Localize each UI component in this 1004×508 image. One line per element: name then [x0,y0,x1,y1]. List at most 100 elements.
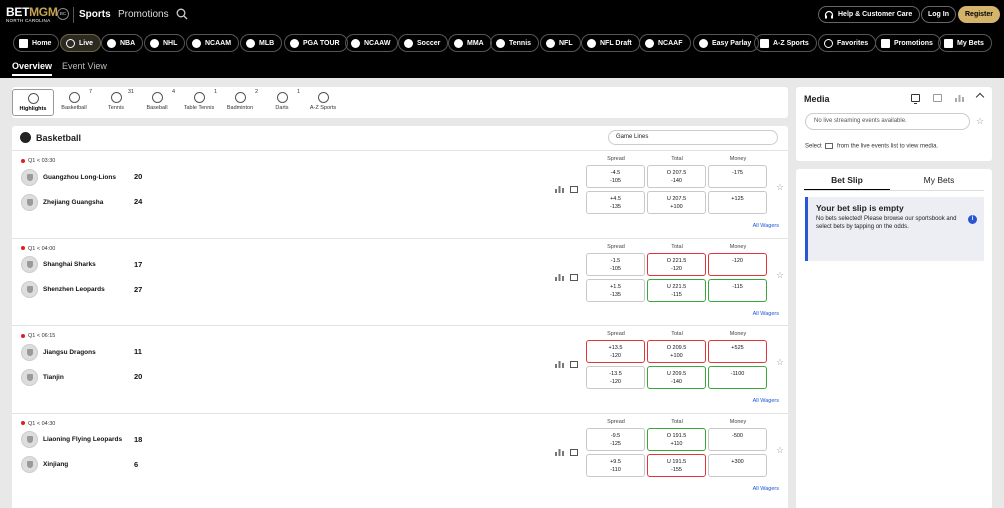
login-button[interactable]: Log In [921,6,956,23]
odds-button[interactable]: -175 [708,165,767,188]
odds-button[interactable]: U 191.5 -155 [647,453,706,477]
odds-button[interactable]: O 209.5 +100 [647,340,706,363]
odds-button[interactable]: U 221.5 -115 [647,278,706,302]
chip-ncaaw[interactable]: NCAAW [345,34,399,52]
star-icon[interactable]: ☆ [776,357,784,368]
odds-button[interactable]: -1100 [708,366,767,389]
stream-select[interactable]: No live streaming events available. [805,113,970,130]
odds-button[interactable]: O 221.5 -120 [647,252,706,276]
tab-my-bets[interactable]: My Bets [896,175,982,185]
odds-button[interactable]: +525 [708,340,767,363]
team-row[interactable]: Liaoning Flying Leopards [21,431,151,449]
odds-button[interactable]: +300 [708,453,767,477]
market-dropdown[interactable]: Game Lines [608,130,778,145]
odds-button[interactable]: +1.5 -135 [586,278,645,302]
scoreboard-icon[interactable] [570,361,578,368]
chip-mma[interactable]: MMA [448,34,492,52]
star-icon[interactable]: ☆ [976,116,984,127]
team-row[interactable]: Zhejiang Guangsha [21,193,151,211]
nav-promotions[interactable]: Promotions [118,9,169,20]
chip-my-bets[interactable]: My Bets [938,34,992,52]
odds-button[interactable]: +125 [708,191,767,214]
filter-table-tennis[interactable]: 1 Table Tennis [178,89,220,116]
stats-icon[interactable] [555,361,564,368]
scoreboard-icon[interactable] [570,273,578,281]
star-icon[interactable]: ☆ [776,270,784,281]
odds-button[interactable]: -115 [708,278,767,302]
nav-sports[interactable]: Sports [79,9,111,20]
chevron-up-icon[interactable] [975,92,985,102]
team-row[interactable]: Tianjin [21,368,151,386]
odds-line: +9.5 [610,458,621,465]
help-button[interactable]: Help & Customer Care [818,6,921,23]
chip-ncaam[interactable]: NCAAM [186,34,240,52]
odds-button[interactable]: +4.5 -135 [586,191,645,214]
chip-a-z-sports[interactable]: A-Z Sports [754,34,817,52]
odds-button[interactable]: U 209.5 -140 [647,366,706,389]
odds-button[interactable]: U 207.5 +100 [647,191,706,214]
chip-favorites[interactable]: Favorites [818,34,877,52]
chip-tennis[interactable]: Tennis [490,34,540,52]
odds-button[interactable]: -4.5 -105 [586,165,645,188]
scoreboard-icon[interactable] [570,186,578,193]
stats-icon[interactable] [555,448,564,456]
tab-bet-slip[interactable]: Bet Slip [804,175,890,191]
odds-button[interactable]: O 191.5 +110 [647,427,706,451]
odds-button[interactable]: -13.5 -120 [586,366,645,389]
team-row[interactable]: Jiangsu Dragons [21,343,151,361]
star-icon[interactable]: ☆ [776,445,784,456]
filter-darts[interactable]: 1 Darts [261,89,303,116]
odds-button[interactable]: -500 [708,427,767,451]
stats-icon[interactable] [555,273,564,281]
odds-button[interactable]: +9.5 -110 [586,453,645,477]
filter-highlights[interactable]: Highlights [12,89,54,116]
filter-tennis[interactable]: 31 Tennis [95,89,137,116]
chip-nfl-draft[interactable]: NFL Draft [581,34,640,52]
video-icon[interactable] [911,94,920,104]
odds-price: -120 [609,353,621,359]
chip-pga-tour[interactable]: PGA TOUR [284,34,348,52]
scoreboard-icon[interactable] [933,94,942,102]
filter-a-z-sports[interactable]: A-Z Sports [302,89,344,116]
odds-button[interactable]: -1.5 -105 [586,252,645,276]
chip-easy-parlay[interactable]: Easy Parlay [693,34,760,52]
odds-line: O 191.5 [666,432,687,439]
chip-nhl[interactable]: NHL [144,34,186,52]
all-wagers-link[interactable]: All Wagers [753,311,779,317]
chip-live[interactable]: Live [60,34,102,52]
chip-nba[interactable]: NBA [101,34,144,52]
stats-icon[interactable] [955,94,964,102]
all-wagers-link[interactable]: All Wagers [753,223,779,229]
team-row[interactable]: Xinjiang [21,456,151,474]
odds-button[interactable]: O 207.5 -140 [647,165,706,188]
filter-baseball[interactable]: 4 Baseball [136,89,178,116]
odds-button[interactable]: -120 [708,252,767,276]
odds-button[interactable]: +13.5 -120 [586,340,645,363]
team-row[interactable]: Shenzhen Leopards [21,281,151,299]
scoreboard-icon[interactable] [570,448,578,456]
logo-region: NORTH CAROLINA [6,18,51,23]
filter-label: Badminton [226,105,254,111]
tab-overview[interactable]: Overview [12,61,53,76]
filter-basketball[interactable]: 7 Basketball [53,89,95,116]
betmgm-logo[interactable]: BETMGM NORTH CAROLINA [6,6,58,24]
search-icon[interactable] [176,8,188,20]
star-icon[interactable]: ☆ [776,182,784,193]
basketball-icon [351,38,360,48]
team-score: 6 [134,459,139,469]
chip-nfl[interactable]: NFL [540,34,581,52]
team-row[interactable]: Guangzhou Long-Lions [21,168,151,186]
chip-soccer[interactable]: Soccer [398,34,449,52]
register-button[interactable]: Register [958,6,1001,23]
tab-event-view[interactable]: Event View [62,61,107,71]
chip-mlb[interactable]: MLB [240,34,283,52]
all-wagers-link[interactable]: All Wagers [753,486,779,492]
filter-badminton[interactable]: 2 Badminton [219,89,261,116]
stats-icon[interactable] [555,186,564,193]
chip-home[interactable]: Home [13,34,60,52]
chip-ncaaf[interactable]: NCAAF [639,34,691,52]
odds-button[interactable]: -9.5 -125 [586,427,645,451]
chip-promotions[interactable]: Promotions [875,34,941,52]
all-wagers-link[interactable]: All Wagers [753,398,779,404]
team-row[interactable]: Shanghai Sharks [21,256,151,274]
